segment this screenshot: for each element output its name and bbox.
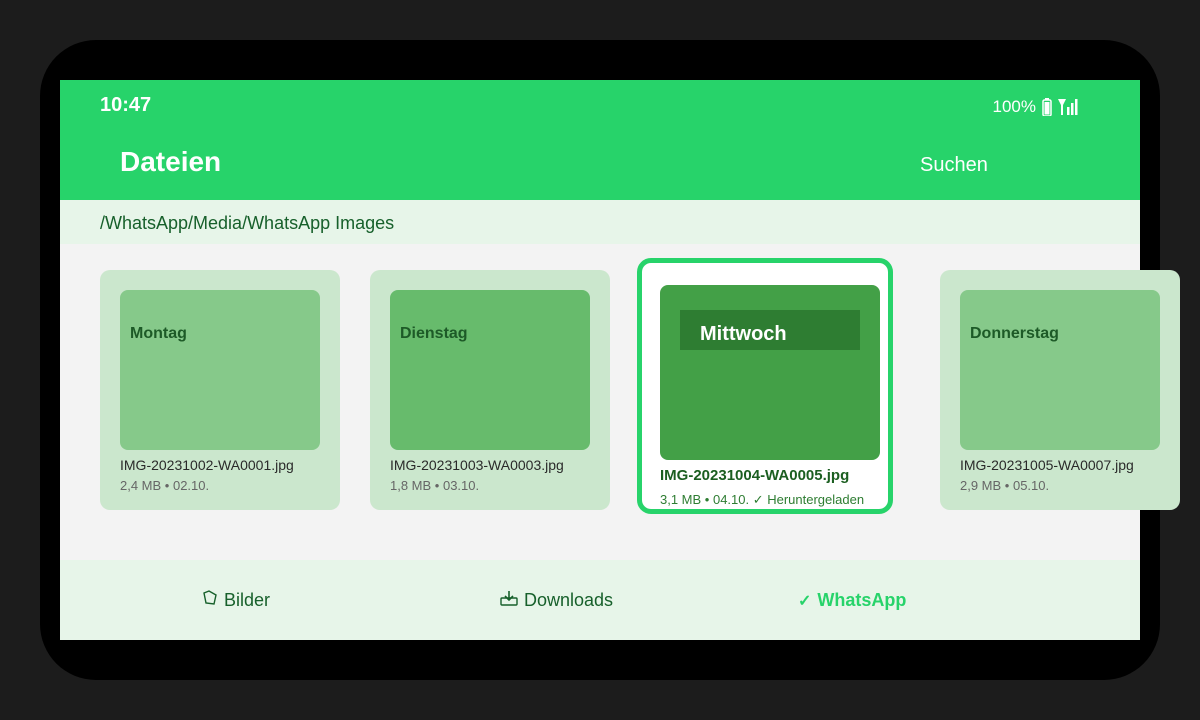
file-name: IMG-20231005-WA0007.jpg [960,457,1134,473]
file-meta: 1,8 MB • 03.10. [390,478,480,493]
nav-label: Downloads [524,590,614,610]
file-thumbnail: Donnerstag [960,290,1160,450]
file-name: IMG-20231003-WA0003.jpg [390,457,564,473]
file-meta: 2,9 MB • 05.10. [960,478,1050,493]
breadcrumb-bar: /WhatsApp/Media/WhatsApp Images [60,200,1140,244]
thumbnail-label: Dienstag [400,325,468,342]
file-card-dienstag[interactable]: Dienstag IMG-20231003-WA0003.jpg 1,8 MB … [370,270,610,510]
search-button[interactable]: Suchen [920,154,988,177]
status-time: 10:47 [100,94,152,116]
nav-item-bilder[interactable]: Bilder [202,590,270,611]
download-tray-icon [500,590,518,611]
file-card-mittwoch-selected[interactable]: Mittwoch IMG-20231004-WA0005.jpg 3,1 MB … [637,258,893,514]
status-icons: 100% [993,97,1080,117]
checkmark-icon: ✓ [798,592,812,610]
nav-item-downloads[interactable]: Downloads [500,590,613,611]
thumbnail-label: Donnerstag [970,325,1059,342]
nav-item-whatsapp[interactable]: ✓ WhatsApp [798,590,906,611]
battery-icon [1042,98,1052,116]
nav-label: WhatsApp [817,590,907,610]
folder-icon [202,590,218,611]
thumbnail-label: Mittwoch [700,323,787,345]
file-thumbnail: Mittwoch [660,285,880,460]
file-card-montag[interactable]: Montag IMG-20231002-WA0001.jpg 2,4 MB • … [100,270,340,510]
file-thumbnail: Dienstag [390,290,590,450]
file-name: IMG-20231004-WA0005.jpg [660,467,850,484]
app-bar: 10:47 100% Dateien Suchen [60,80,1140,200]
file-card-donnerstag[interactable]: Donnerstag IMG-20231005-WA0007.jpg 2,9 M… [940,270,1180,510]
nav-label: Bilder [224,590,271,610]
thumbnail-label: Montag [130,325,187,342]
page-title: Dateien [120,146,222,177]
breadcrumb-path[interactable]: /WhatsApp/Media/WhatsApp Images [100,213,394,234]
battery-percentage: 100% [992,97,1036,116]
file-meta: 2,4 MB • 02.10. [120,478,210,493]
app-screen: 10:47 100% Dateien Suchen /WhatsApp/Medi… [60,80,1180,640]
thumbnail-banner: Mittwoch [680,310,860,350]
bottom-navigation: Bilder Downloads ✓ WhatsApp [60,560,1140,640]
file-meta: 3,1 MB • 04.10. ✓ Heruntergeladen [660,492,865,507]
signal-icon [1058,99,1080,115]
file-thumbnail: Montag [120,290,320,450]
file-name: IMG-20231002-WA0001.jpg [120,457,294,473]
